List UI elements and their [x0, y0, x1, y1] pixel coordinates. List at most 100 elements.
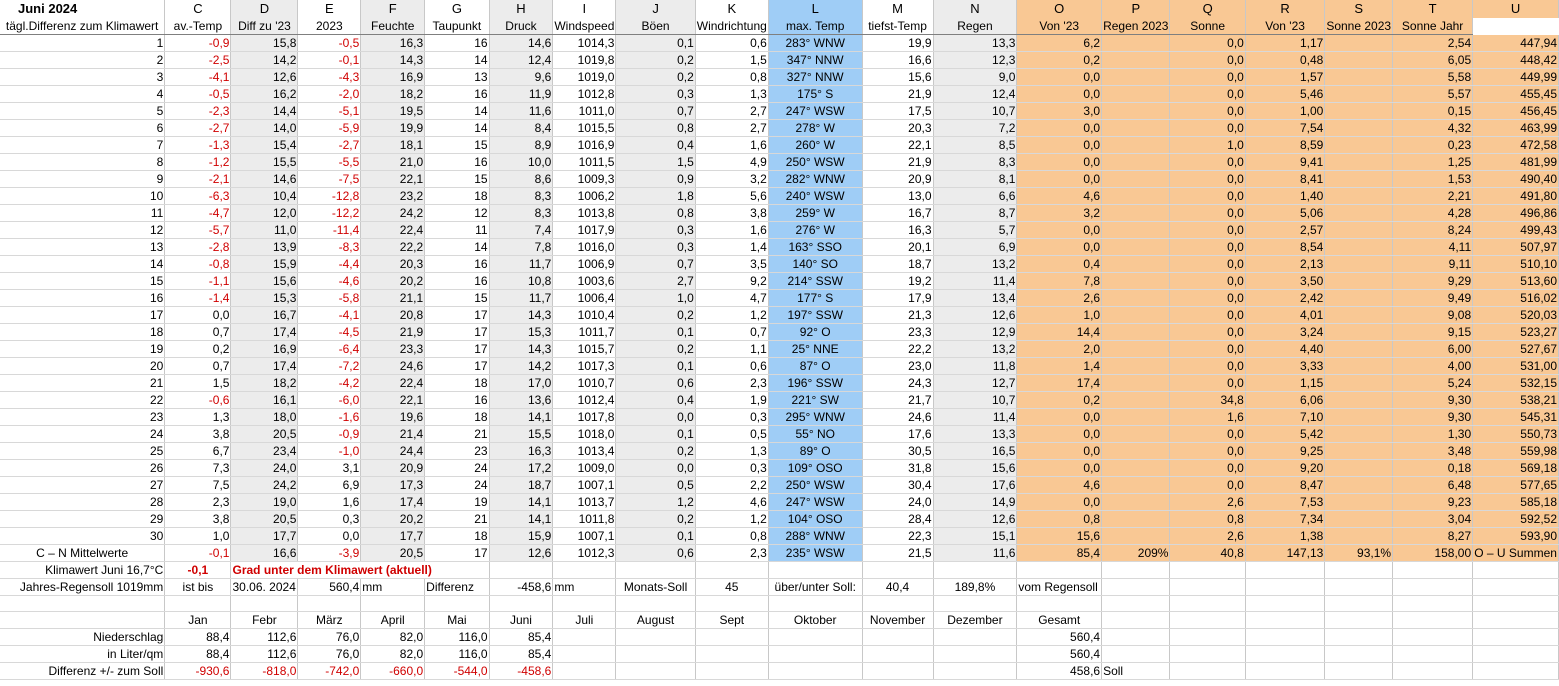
cell-U[interactable]: 532,15	[1472, 374, 1559, 392]
cell-O[interactable]: 0,0	[1016, 493, 1103, 511]
cell-M[interactable]: 16,3	[862, 221, 934, 239]
cell-C[interactable]: -4,1	[164, 68, 232, 86]
cell-D[interactable]: 24,0	[230, 459, 299, 477]
cell-N[interactable]: 13,2	[933, 340, 1018, 358]
cell-S[interactable]	[1324, 527, 1394, 545]
cell-G[interactable]: 24	[424, 459, 490, 477]
liter-row-month-11[interactable]	[862, 645, 934, 663]
cell-I[interactable]: 1015,5	[552, 119, 617, 137]
cell-H[interactable]: 11,7	[489, 289, 554, 307]
liter-row-month-9[interactable]	[695, 645, 769, 663]
cell-H[interactable]: 10,8	[489, 272, 554, 290]
cell-J[interactable]: 0,7	[615, 255, 696, 273]
cell-H[interactable]: 8,3	[489, 187, 554, 205]
cell-J[interactable]: 0,1	[615, 527, 696, 545]
cell-K[interactable]: 1,9	[695, 391, 769, 409]
cell-I[interactable]: 1009,3	[552, 170, 617, 188]
column-letter-G[interactable]: G	[424, 0, 490, 18]
mean-N[interactable]: 11,6	[933, 544, 1018, 562]
day-number[interactable]: 5	[0, 102, 166, 120]
cell-I[interactable]: 1006,2	[552, 187, 617, 205]
cell-K[interactable]: 0,6	[695, 357, 769, 375]
cell-J[interactable]: 1,5	[615, 153, 696, 171]
cell-F[interactable]: 19,9	[360, 119, 426, 137]
cell-U[interactable]: 538,21	[1472, 391, 1559, 409]
cell-J[interactable]: 0,8	[615, 204, 696, 222]
cell-E[interactable]: -11,4	[297, 221, 362, 239]
cell-T[interactable]: 4,00	[1392, 357, 1474, 375]
cell-J[interactable]: 0,2	[615, 306, 696, 324]
cell-N[interactable]: 8,5	[933, 136, 1018, 154]
day-number[interactable]: 30	[0, 527, 166, 545]
cell-T[interactable]: 9,11	[1392, 255, 1474, 273]
cell-E[interactable]: -1,6	[297, 408, 362, 426]
cell-R[interactable]: 5,46	[1245, 85, 1326, 103]
cell-G[interactable]: 16	[424, 153, 490, 171]
cell-Q[interactable]: 0,0	[1169, 238, 1246, 256]
ist-bis-value[interactable]: 560,4	[297, 578, 362, 596]
cell-C[interactable]: 0,7	[164, 323, 232, 341]
cell-M[interactable]: 22,1	[862, 136, 934, 154]
mean-T[interactable]: 158,00	[1392, 544, 1474, 562]
day-number[interactable]: 4	[0, 85, 166, 103]
cell-P[interactable]	[1101, 170, 1171, 188]
cell-D[interactable]: 18,0	[230, 408, 299, 426]
cell-N[interactable]: 11,8	[933, 357, 1018, 375]
cell-O[interactable]: 7,8	[1016, 272, 1103, 290]
liter-row-month-1[interactable]: 88,4	[164, 645, 232, 663]
cell-I[interactable]: 1010,4	[552, 306, 617, 324]
cell-S[interactable]	[1324, 374, 1394, 392]
cell-Q[interactable]: 2,6	[1169, 493, 1246, 511]
cell-N[interactable]: 7,2	[933, 119, 1018, 137]
day-number[interactable]: 22	[0, 391, 166, 409]
cell-C[interactable]: 0,2	[164, 340, 232, 358]
cell-O[interactable]: 17,4	[1016, 374, 1103, 392]
cell-J[interactable]: 1,2	[615, 493, 696, 511]
cell-U[interactable]: 496,86	[1472, 204, 1559, 222]
cell-L[interactable]: 276° W	[768, 221, 863, 239]
cell-I[interactable]: 1019,0	[552, 68, 617, 86]
cell-S[interactable]	[1324, 238, 1394, 256]
cell-R[interactable]: 1,00	[1245, 102, 1326, 120]
mean-P[interactable]: 209%	[1101, 544, 1171, 562]
cell-L[interactable]: 196° SSW	[768, 374, 863, 392]
cell-I[interactable]: 1012,8	[552, 85, 617, 103]
cell-J[interactable]: 0,6	[615, 374, 696, 392]
cell-O[interactable]: 0,2	[1016, 51, 1103, 69]
cell-Q[interactable]: 0,0	[1169, 255, 1246, 273]
cell-Q[interactable]: 0,0	[1169, 34, 1246, 52]
cell-O[interactable]: 0,4	[1016, 255, 1103, 273]
cell-I[interactable]: 1009,0	[552, 459, 617, 477]
cell-J[interactable]: 1,0	[615, 289, 696, 307]
column-letter-U[interactable]: U	[1472, 0, 1559, 18]
cell-T[interactable]: 0,23	[1392, 136, 1474, 154]
day-number[interactable]: 17	[0, 306, 166, 324]
cell-S[interactable]	[1324, 170, 1394, 188]
mean-E[interactable]: -3,9	[297, 544, 362, 562]
cell-G[interactable]: 24	[424, 476, 490, 494]
cell-F[interactable]: 19,6	[360, 408, 426, 426]
cell-I[interactable]: 1013,8	[552, 204, 617, 222]
cell-C[interactable]: -2,7	[164, 119, 232, 137]
cell-O[interactable]: 0,0	[1016, 459, 1103, 477]
cell-G[interactable]: 17	[424, 340, 490, 358]
column-letter-P[interactable]: P	[1101, 0, 1171, 18]
cell-P[interactable]	[1101, 510, 1171, 528]
cell-G[interactable]: 19	[424, 493, 490, 511]
cell-K[interactable]: 1,6	[695, 136, 769, 154]
cell-L[interactable]: 89° O	[768, 442, 863, 460]
cell-N[interactable]: 12,4	[933, 85, 1018, 103]
cell-I[interactable]: 1017,8	[552, 408, 617, 426]
cell-H[interactable]: 9,6	[489, 68, 554, 86]
cell-K[interactable]: 4,7	[695, 289, 769, 307]
cell-J[interactable]: 0,2	[615, 442, 696, 460]
cell-O[interactable]: 14,4	[1016, 323, 1103, 341]
cell-L[interactable]: 175° S	[768, 85, 863, 103]
cell-S[interactable]	[1324, 102, 1394, 120]
cell-F[interactable]: 22,1	[360, 170, 426, 188]
cell-O[interactable]: 2,6	[1016, 289, 1103, 307]
cell-E[interactable]: -5,8	[297, 289, 362, 307]
column-letter-D[interactable]: D	[230, 0, 299, 18]
liter-row-month-4[interactable]: 82,0	[360, 645, 426, 663]
cell-H[interactable]: 7,4	[489, 221, 554, 239]
